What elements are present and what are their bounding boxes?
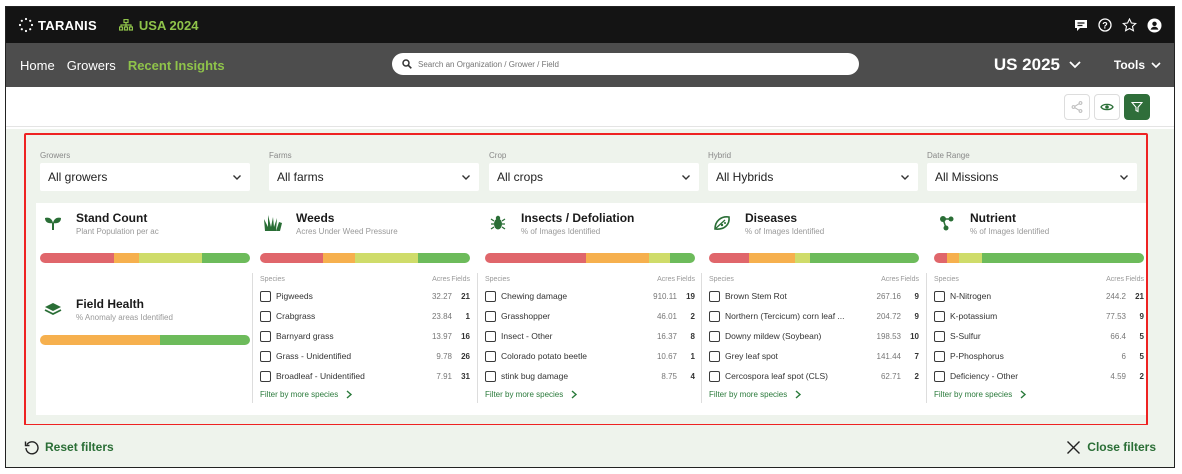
org-name: USA 2024 bbox=[138, 17, 199, 33]
toolbar bbox=[6, 87, 1174, 127]
chevron-down-icon bbox=[1151, 62, 1161, 69]
reset-filters-label: Reset filters bbox=[45, 440, 114, 454]
tools-menu[interactable]: Tools bbox=[1114, 58, 1162, 72]
nav-home[interactable]: Home bbox=[20, 58, 55, 73]
nav-growers[interactable]: Growers bbox=[67, 58, 116, 73]
taranis-logo-icon bbox=[18, 17, 34, 33]
highlight-frame bbox=[24, 133, 1148, 426]
search-icon bbox=[402, 59, 412, 69]
season-selector[interactable]: US 2025 bbox=[994, 55, 1082, 75]
svg-text:?: ? bbox=[1102, 21, 1108, 31]
close-filters-label: Close filters bbox=[1087, 440, 1156, 454]
reset-filters-button[interactable]: Reset filters bbox=[24, 440, 114, 455]
nav-recent-insights[interactable]: Recent Insights bbox=[128, 58, 225, 73]
star-icon[interactable] bbox=[1122, 18, 1137, 32]
tools-label: Tools bbox=[1113, 58, 1145, 72]
eye-icon bbox=[1100, 103, 1114, 111]
chevron-down-icon bbox=[1069, 61, 1081, 69]
app-window: TARANIS USA 2024 ? Home Growers Recent I… bbox=[5, 6, 1175, 468]
close-filters-button[interactable]: Close filters bbox=[1066, 440, 1156, 455]
nav-bar: Home Growers Recent Insights US 2025 Too… bbox=[6, 43, 1174, 87]
brand-logo[interactable]: TARANIS bbox=[18, 17, 97, 33]
brand-name: TARANIS bbox=[38, 17, 97, 33]
chat-icon[interactable] bbox=[1074, 19, 1088, 32]
filter-icon bbox=[1131, 101, 1143, 113]
share-icon bbox=[1071, 101, 1083, 113]
top-bar: TARANIS USA 2024 ? bbox=[6, 7, 1174, 43]
search-input[interactable] bbox=[418, 59, 818, 69]
reset-icon bbox=[24, 440, 39, 454]
share-button[interactable] bbox=[1064, 94, 1090, 120]
view-button[interactable] bbox=[1094, 94, 1120, 120]
org-selector[interactable]: USA 2024 bbox=[118, 17, 199, 33]
user-avatar-icon[interactable] bbox=[1147, 18, 1162, 33]
close-icon bbox=[1067, 440, 1081, 454]
filter-button[interactable] bbox=[1124, 94, 1150, 120]
search-box[interactable] bbox=[392, 53, 859, 75]
org-tree-icon bbox=[118, 19, 133, 31]
help-icon[interactable]: ? bbox=[1098, 18, 1112, 32]
filter-footer: Reset filters Close filters bbox=[6, 425, 1174, 467]
season-label: US 2025 bbox=[993, 55, 1060, 74]
